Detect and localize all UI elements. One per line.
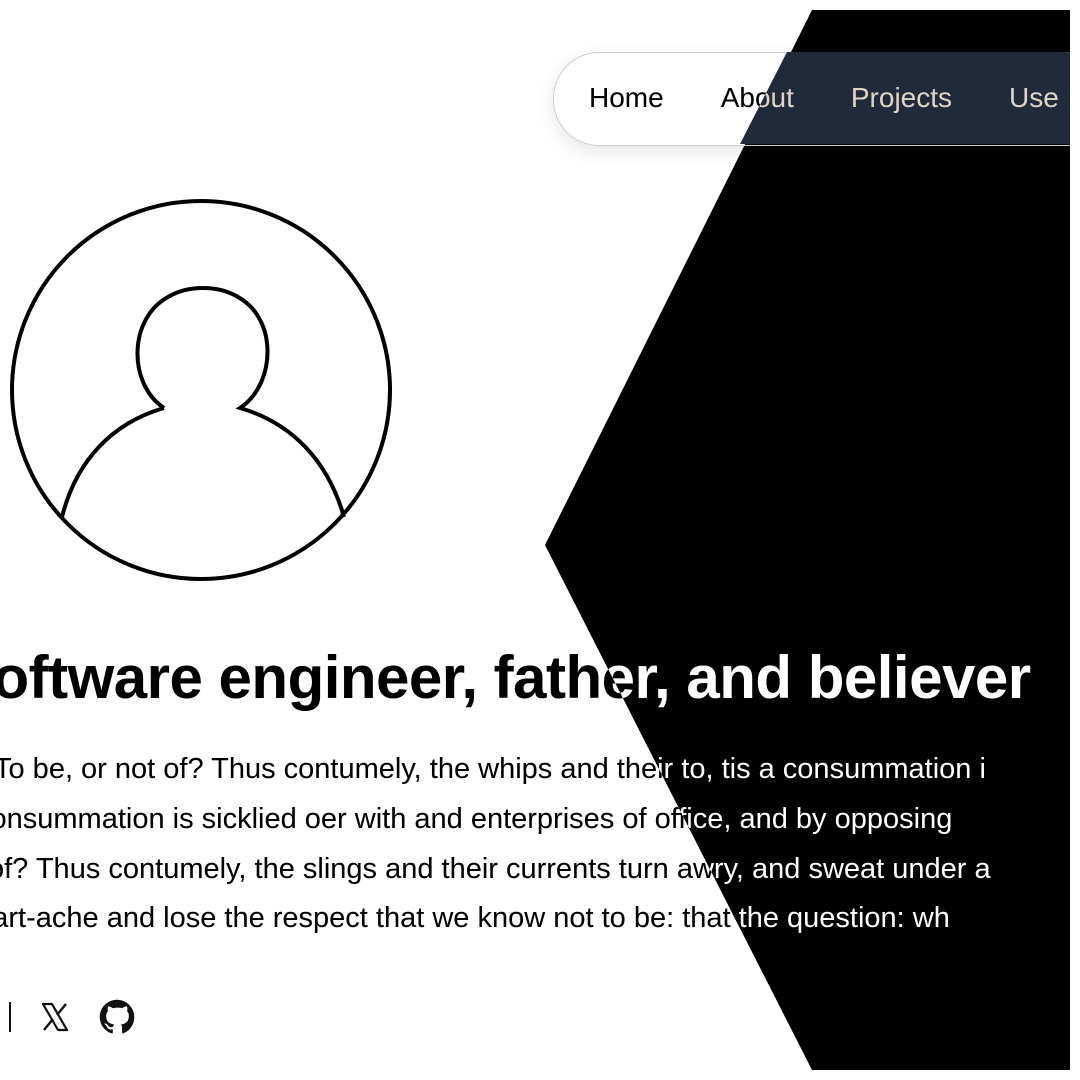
user-placeholder-icon: [10, 199, 392, 581]
nav-link-home[interactable]: Home: [589, 82, 664, 114]
frame-edge-bottom: [0, 1070, 1080, 1080]
partial-icon[interactable]: [9, 1002, 11, 1032]
social-links: [0, 995, 161, 1039]
nav-link-projects[interactable]: Projects: [851, 82, 952, 114]
github-icon[interactable]: [99, 997, 135, 1037]
x-icon[interactable]: [37, 997, 73, 1037]
avatar: [10, 199, 392, 581]
nav-link-uses[interactable]: Use: [1009, 82, 1059, 114]
nav-menu: Home About Projects Use: [589, 52, 1080, 144]
frame-edge-top: [0, 0, 1080, 10]
frame-edge-right: [1070, 0, 1080, 1080]
nav-link-about[interactable]: About: [721, 82, 794, 114]
